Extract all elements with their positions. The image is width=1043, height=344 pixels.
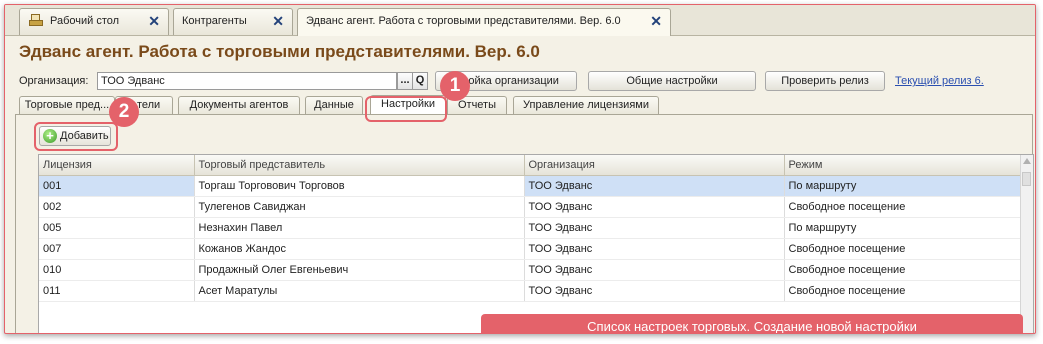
- check-release-button[interactable]: Проверить релиз: [765, 71, 885, 91]
- cell-organization: ТОО Эдванс: [524, 217, 785, 239]
- tab-counterparties-label: Контрагенты: [182, 15, 247, 27]
- tab-agent-documents[interactable]: Документы агентов: [178, 96, 300, 115]
- tab-data[interactable]: Данные: [305, 96, 363, 115]
- table-header-row: Лицензия Торговый представитель Организа…: [39, 155, 1023, 176]
- cell-trade-rep: Кожанов Жандос: [194, 238, 525, 260]
- cell-license: 010: [39, 259, 195, 281]
- scroll-thumb[interactable]: [1022, 172, 1031, 186]
- tab-advance-agent[interactable]: Эдванс агент. Работа с торговыми предста…: [297, 8, 671, 36]
- org-label: Организация:: [19, 75, 89, 87]
- column-header-trade-rep[interactable]: Торговый представитель: [194, 155, 525, 176]
- cell-trade-rep: Тулегенов Савиджан: [194, 196, 525, 218]
- general-settings-button[interactable]: Общие настройки: [588, 71, 756, 91]
- cell-license: 007: [39, 238, 195, 260]
- cell-mode: По маршруту: [784, 217, 1023, 239]
- page-title: Эдванс агент. Работа с торговыми предста…: [19, 42, 540, 61]
- add-button-highlight: [34, 122, 118, 151]
- tab-desktop[interactable]: Рабочий стол ✕: [19, 8, 169, 35]
- table-row[interactable]: 007 Кожанов Жандос ТОО Эдванс Свободное …: [39, 238, 1023, 260]
- cell-trade-rep: Продажный Олег Евгеньевич: [194, 259, 525, 281]
- cell-license: 002: [39, 196, 195, 218]
- cell-organization: ТОО Эдванс: [524, 175, 785, 197]
- table-row[interactable]: 005 Незнахин Павел ТОО Эдванс По маршрут…: [39, 217, 1023, 239]
- scroll-up-icon[interactable]: [1023, 158, 1031, 164]
- top-tab-bar: Рабочий стол ✕ Контрагенты ✕ Эдванс аген…: [5, 5, 1035, 36]
- cell-mode: Свободное посещение: [784, 238, 1023, 260]
- close-icon[interactable]: ✕: [272, 9, 284, 33]
- close-icon[interactable]: ✕: [148, 9, 160, 33]
- cell-mode: Свободное посещение: [784, 196, 1023, 218]
- cell-organization: ТОО Эдванс: [524, 238, 785, 260]
- app-window: Рабочий стол ✕ Контрагенты ✕ Эдванс аген…: [4, 4, 1036, 334]
- cell-license: 005: [39, 217, 195, 239]
- caption-banner: Список настроек торговых. Создание новой…: [481, 314, 1023, 333]
- step-marker-2: 2: [109, 97, 139, 127]
- vertical-scrollbar[interactable]: [1020, 155, 1033, 333]
- tab-trade-reps[interactable]: Торговые пред...: [19, 96, 115, 115]
- desktop-icon: [28, 14, 44, 26]
- column-header-license[interactable]: Лицензия: [39, 155, 195, 176]
- tab-desktop-label: Рабочий стол: [50, 15, 120, 27]
- cell-license: 001: [39, 175, 195, 197]
- settings-tab-highlight: [365, 96, 447, 122]
- cell-license: 011: [39, 280, 195, 302]
- close-icon[interactable]: ✕: [650, 9, 662, 33]
- cell-organization: ТОО Эдванс: [524, 196, 785, 218]
- step-marker-1: 1: [440, 71, 470, 101]
- tab-advance-agent-label: Эдванс агент. Работа с торговыми предста…: [306, 15, 621, 27]
- search-icon[interactable]: Q: [412, 72, 428, 90]
- org-select-button[interactable]: ...: [397, 72, 413, 90]
- current-release-link[interactable]: Текущий релиз 6.: [895, 75, 984, 87]
- cell-trade-rep: Торгаш Торговович Торговов: [194, 175, 525, 197]
- settings-table: Лицензия Торговый представитель Организа…: [38, 154, 1034, 333]
- cell-mode: Свободное посещение: [784, 280, 1023, 302]
- table-row[interactable]: 001 Торгаш Торговович Торговов ТОО Эдван…: [39, 175, 1023, 197]
- cell-mode: Свободное посещение: [784, 259, 1023, 281]
- cell-mode: По маршруту: [784, 175, 1023, 197]
- column-header-mode[interactable]: Режим: [784, 155, 1023, 176]
- org-field[interactable]: ТОО Эдванс: [97, 72, 397, 90]
- column-header-organization[interactable]: Организация: [524, 155, 785, 176]
- tab-counterparties[interactable]: Контрагенты ✕: [173, 8, 293, 35]
- subtab-bar: Торговые пред... ...тели Документы агент…: [19, 95, 1035, 116]
- cell-organization: ТОО Эдванс: [524, 259, 785, 281]
- tab-license-management[interactable]: Управление лицензиями: [513, 96, 659, 115]
- table-row[interactable]: 010 Продажный Олег Евгеньевич ТОО Эдванс…: [39, 259, 1023, 281]
- table-row[interactable]: 011 Асет Маратулы ТОО Эдванс Свободное п…: [39, 280, 1023, 302]
- table-row[interactable]: 002 Тулегенов Савиджан ТОО Эдванс Свобод…: [39, 196, 1023, 218]
- cell-trade-rep: Незнахин Павел: [194, 217, 525, 239]
- cell-organization: ТОО Эдванс: [524, 280, 785, 302]
- cell-trade-rep: Асет Маратулы: [194, 280, 525, 302]
